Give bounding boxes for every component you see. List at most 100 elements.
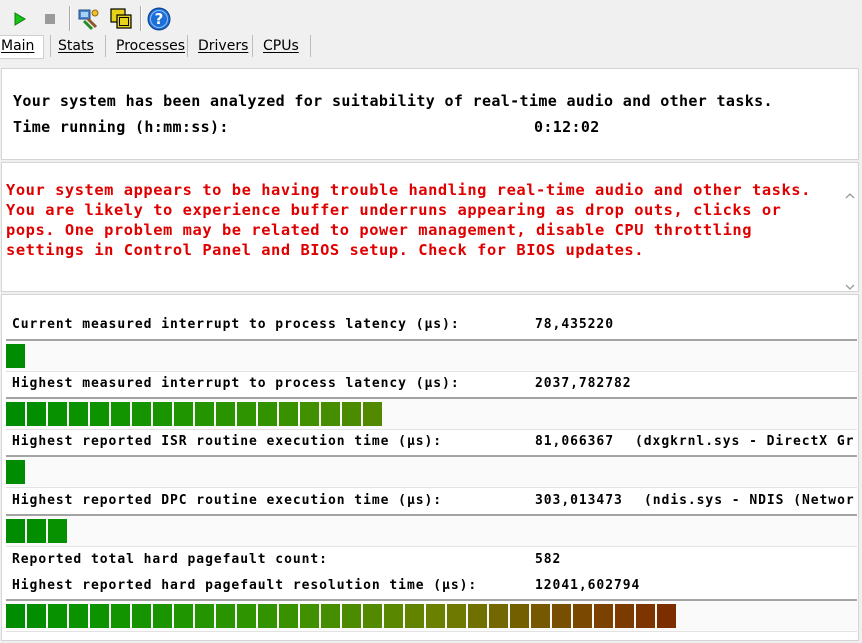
bar-segment	[48, 604, 67, 628]
bar-segment	[111, 402, 130, 426]
bar-segment	[447, 604, 466, 628]
play-icon[interactable]	[7, 7, 31, 31]
highest-latency-value: 2037,782782	[535, 376, 632, 391]
bar-segment	[594, 604, 613, 628]
bar-segment	[510, 604, 529, 628]
warning-line-3: pops. One problem may be related to powe…	[6, 221, 753, 239]
bar-segment	[573, 604, 592, 628]
isr-time-bar	[6, 455, 857, 488]
help-icon[interactable]: ?	[147, 7, 171, 31]
bar-segment	[69, 604, 88, 628]
bar-segment	[132, 402, 151, 426]
summary-panel: Your system has been analyzed for suitab…	[1, 68, 859, 160]
bar-segment	[321, 604, 340, 628]
bar-segment	[6, 519, 25, 543]
bar-segment	[531, 604, 550, 628]
dpc-time-bar	[6, 514, 857, 547]
tab-stats[interactable]: Stats	[58, 34, 94, 58]
toolbar-separator	[69, 6, 71, 31]
bar-segment	[384, 604, 403, 628]
bar-segment	[279, 402, 298, 426]
warning-line-2: You are likely to experience buffer unde…	[6, 201, 782, 219]
warning-line-1: Your system appears to be having trouble…	[6, 181, 811, 199]
tab-separator	[105, 35, 106, 57]
bar-segment	[342, 402, 361, 426]
metrics-panel: Current measured interrupt to process la…	[1, 294, 859, 641]
bar-segment	[237, 604, 256, 628]
bar-segment	[300, 402, 319, 426]
bar-segment	[279, 604, 298, 628]
tab-bar: Main Stats Processes Drivers CPUs	[0, 34, 862, 60]
dpc-driver-detail: (ndis.sys - NDIS (Networ	[644, 493, 855, 508]
tab-drivers[interactable]: Drivers	[198, 34, 248, 58]
svg-text:?: ?	[155, 10, 164, 28]
bar-segment	[342, 604, 361, 628]
windows-icon[interactable]	[109, 7, 133, 31]
current-latency-fill	[6, 344, 25, 368]
warning-scrollbar[interactable]	[842, 163, 858, 290]
bar-segment	[174, 604, 193, 628]
tab-separator	[50, 35, 51, 57]
bar-segment	[27, 402, 46, 426]
pagefault-count-value: 582	[535, 552, 562, 567]
dpc-time-label: Highest reported DPC routine execution t…	[12, 493, 443, 508]
bar-segment	[6, 460, 25, 484]
bar-segment	[237, 402, 256, 426]
current-latency-value: 78,435220	[535, 317, 614, 332]
bar-segment	[657, 604, 676, 628]
bar-segment	[27, 604, 46, 628]
bar-segment	[426, 604, 445, 628]
time-running-value: 0:12:02	[534, 118, 600, 136]
stop-icon[interactable]	[38, 7, 62, 31]
current-latency-label: Current measured interrupt to process la…	[12, 317, 460, 332]
bar-segment	[363, 402, 382, 426]
pagefault-time-value: 12041,602794	[535, 578, 641, 593]
warning-panel: Your system appears to be having trouble…	[1, 162, 859, 292]
warning-line-4: settings in Control Panel and BIOS setup…	[6, 241, 645, 259]
scroll-down-icon[interactable]	[845, 276, 855, 295]
tab-main[interactable]: Main	[1, 34, 34, 58]
analysis-status-text: Your system has been analyzed for suitab…	[13, 92, 773, 110]
bar-segment	[615, 604, 634, 628]
bar-segment	[48, 402, 67, 426]
tab-separator	[187, 35, 188, 57]
isr-time-value: 81,066367	[535, 434, 614, 449]
time-running-label: Time running (h:mm:ss):	[13, 118, 229, 136]
bar-segment	[552, 604, 571, 628]
dpc-time-fill	[6, 519, 67, 543]
bar-segment	[321, 402, 340, 426]
tab-processes[interactable]: Processes	[116, 34, 185, 58]
bar-segment	[27, 519, 46, 543]
bar-segment	[111, 604, 130, 628]
pagefault-count-label: Reported total hard pagefault count:	[12, 552, 328, 567]
highest-latency-fill	[6, 402, 382, 426]
tab-cpus[interactable]: CPUs	[263, 34, 299, 58]
bar-segment	[90, 604, 109, 628]
bar-segment	[195, 604, 214, 628]
network-adapter-icon[interactable]	[76, 7, 100, 31]
tab-separator	[310, 35, 311, 57]
scroll-up-icon[interactable]	[845, 185, 855, 204]
bar-segment	[153, 604, 172, 628]
bar-segment	[174, 402, 193, 426]
bar-segment	[300, 604, 319, 628]
pagefault-time-label: Highest reported hard pagefault resoluti…	[12, 578, 478, 593]
bar-segment	[48, 519, 67, 543]
isr-time-label: Highest reported ISR routine execution t…	[12, 434, 443, 449]
bar-segment	[489, 604, 508, 628]
bar-segment	[405, 604, 424, 628]
bar-segment	[258, 402, 277, 426]
bar-segment	[636, 604, 655, 628]
isr-time-fill	[6, 460, 25, 484]
pagefault-time-fill	[6, 604, 676, 628]
bar-segment	[90, 402, 109, 426]
bar-segment	[6, 344, 25, 368]
dpc-time-value: 303,013473	[535, 493, 623, 508]
bar-segment	[468, 604, 487, 628]
bar-segment	[216, 604, 235, 628]
bar-segment	[6, 604, 25, 628]
bar-segment	[258, 604, 277, 628]
highest-latency-label: Highest measured interrupt to process la…	[12, 376, 460, 391]
bar-segment	[6, 402, 25, 426]
pagefault-time-bar	[6, 599, 857, 632]
